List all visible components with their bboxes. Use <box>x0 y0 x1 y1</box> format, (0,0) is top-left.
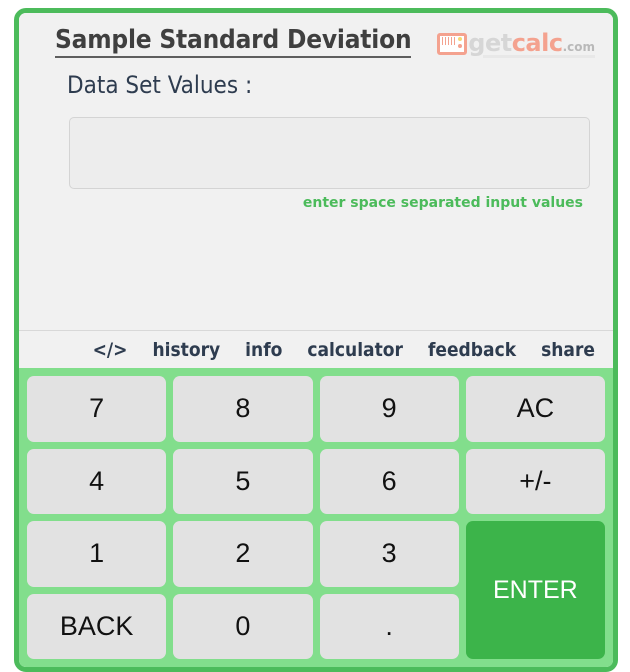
logo-text-get: get <box>468 29 512 57</box>
logo-text-com: .com <box>562 40 595 54</box>
key-7[interactable]: 7 <box>27 376 167 442</box>
logo-text-calc: calc <box>511 29 563 57</box>
menu-item-code[interactable]: </> <box>93 339 128 361</box>
key-ac[interactable]: AC <box>465 376 605 442</box>
menu-item-share[interactable]: share <box>541 339 595 361</box>
key-0[interactable]: 0 <box>173 593 313 659</box>
data-set-values-label: Data Set Values : <box>67 71 253 99</box>
keypad: 7 8 9 AC 4 5 6 +/- 1 2 3 ENTER BACK 0 . <box>19 368 613 667</box>
key-enter[interactable]: ENTER <box>465 521 605 659</box>
key-3[interactable]: 3 <box>319 521 459 587</box>
key-6[interactable]: 6 <box>319 448 459 514</box>
calculator-icon <box>437 33 468 55</box>
data-set-values-input[interactable] <box>69 117 590 189</box>
key-decimal[interactable]: . <box>319 593 459 659</box>
input-hint: enter space separated input values <box>302 195 583 211</box>
menu-item-info[interactable]: info <box>245 339 282 361</box>
calculator-frame: Sample Standard Deviation get calc .com … <box>14 8 618 672</box>
menu-item-feedback[interactable]: feedback <box>428 339 516 361</box>
key-8[interactable]: 8 <box>173 376 313 442</box>
key-4[interactable]: 4 <box>27 448 167 514</box>
menu-item-calculator[interactable]: calculator <box>307 339 403 361</box>
getcalc-logo: get calc .com <box>437 29 595 55</box>
key-back[interactable]: BACK <box>27 593 167 659</box>
key-1[interactable]: 1 <box>27 521 167 587</box>
key-5[interactable]: 5 <box>173 448 313 514</box>
key-2[interactable]: 2 <box>173 521 313 587</box>
display-panel: Sample Standard Deviation get calc .com … <box>19 13 613 368</box>
key-plus-minus[interactable]: +/- <box>465 448 605 514</box>
key-9[interactable]: 9 <box>319 376 459 442</box>
page-title: Sample Standard Deviation <box>55 25 412 59</box>
logo-underline <box>483 55 595 58</box>
menu-item-history[interactable]: history <box>152 339 220 361</box>
menu-bar: </> history info calculator feedback sha… <box>19 331 613 368</box>
